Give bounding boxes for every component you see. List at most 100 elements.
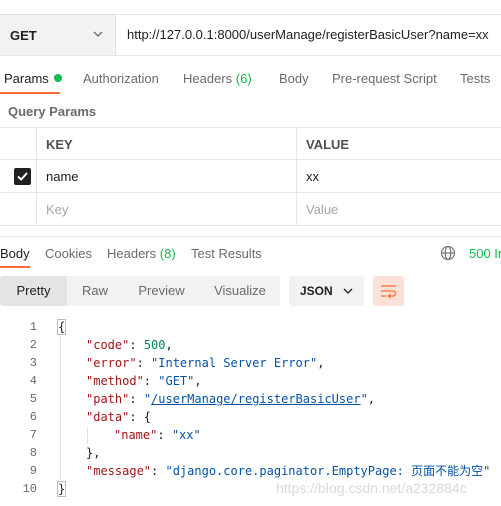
tab-body[interactable]: Body <box>279 71 309 86</box>
tab-authorization[interactable]: Authorization <box>83 71 159 86</box>
code-token: : <box>151 464 166 478</box>
code-token: : <box>143 374 159 388</box>
code-token: , <box>194 374 202 388</box>
tab-response-headers-label: Headers <box>107 246 157 261</box>
code-text: "message": "django.core.paginator.EmptyP… <box>86 462 490 480</box>
code-token: } <box>56 481 67 497</box>
line-number: 6 <box>29 410 37 424</box>
tab-response-headers[interactable]: Headers (8) <box>107 246 176 261</box>
code-token: : <box>129 338 144 352</box>
line-number: 1 <box>29 320 37 334</box>
tab-pre-request-script[interactable]: Pre-request Script <box>332 71 437 86</box>
code-token: "method" <box>86 374 144 388</box>
tab-params-label: Params <box>4 71 49 86</box>
column-divider <box>36 193 37 225</box>
code-line: 5 "path": "/userManage/registerBasicUser"… <box>0 390 501 408</box>
code-text: }, <box>86 444 100 462</box>
code-token: "xx" <box>171 428 201 442</box>
column-divider <box>36 128 37 159</box>
watermark: https://blog.csdn.net/a232884c <box>276 480 467 496</box>
format-label: JSON <box>300 284 333 298</box>
request-tabs: Params Authorization Headers (6) Body Pr… <box>0 64 501 94</box>
code-token: : <box>157 428 172 442</box>
code-token: , <box>317 356 325 370</box>
column-divider <box>296 128 297 159</box>
param-value-cell[interactable]: xx <box>306 160 319 193</box>
tab-cookies[interactable]: Cookies <box>45 246 92 261</box>
response-view-segmented-control: Pretty Raw Preview Visualize <box>0 276 280 306</box>
new-value-input[interactable]: Value <box>306 193 338 226</box>
wrap-lines-button[interactable] <box>373 276 404 306</box>
code-token: " <box>360 392 368 406</box>
view-preview-button[interactable]: Preview <box>123 276 200 306</box>
format-select[interactable]: JSON <box>289 276 364 306</box>
code-line: 1{ <box>0 318 501 336</box>
code-token: "error" <box>86 356 137 370</box>
query-params-title: Query Params <box>8 104 97 119</box>
status-code: 500 In <box>469 246 501 261</box>
code-line: 8}, <box>0 444 501 462</box>
code-token: , <box>165 338 173 352</box>
line-number: 5 <box>29 392 37 406</box>
tab-response-headers-count: (8) <box>159 246 176 261</box>
code-token: "path" <box>86 392 130 406</box>
table-row: name xx <box>0 160 501 193</box>
code-line: 3 "error": "Internal Server Error", <box>0 354 501 372</box>
request-bar: GET http://127.0.0.1:8000/userManage/reg… <box>0 14 501 56</box>
value-column-header: VALUE <box>306 137 350 152</box>
column-divider <box>296 193 297 225</box>
code-token: "message" <box>86 464 152 478</box>
code-line: 4 "method": "GET", <box>0 372 501 390</box>
view-raw-button[interactable]: Raw <box>67 276 123 306</box>
code-token: "GET" <box>158 374 195 388</box>
tab-headers-count: (6) <box>235 71 252 86</box>
code-token: , <box>367 392 376 406</box>
code-token: : <box>129 392 144 406</box>
view-visualize-button[interactable]: Visualize <box>200 276 280 306</box>
code-text: "error": "Internal Server Error", <box>86 354 324 372</box>
code-text: "code": 500, <box>86 336 173 354</box>
code-token: "data" <box>86 410 130 424</box>
response-tabs: Body Cookies Headers (8) Test Results 50… <box>0 236 501 268</box>
tab-tests[interactable]: Tests <box>460 71 490 86</box>
code-token: "Internal Server Error" <box>151 356 318 370</box>
line-number: 7 <box>29 428 37 442</box>
params-header-row: KEY VALUE <box>0 127 501 160</box>
tab-headers[interactable]: Headers (6) <box>183 71 252 86</box>
line-number: 2 <box>29 338 37 352</box>
code-text: "method": "GET", <box>86 372 202 390</box>
chevron-down-icon <box>343 288 353 294</box>
method-label: GET <box>10 27 37 43</box>
key-column-header: KEY <box>46 137 73 152</box>
code-token: { <box>56 319 67 335</box>
tab-response-body[interactable]: Body <box>0 246 30 261</box>
code-line: 9 "message": "django.core.paginator.Empty… <box>0 462 501 480</box>
line-number: 9 <box>29 464 37 478</box>
code-text: "name": "xx" <box>114 426 201 444</box>
code-token: "django.core.paginator.EmptyPage: 页面不能为空… <box>165 464 491 478</box>
column-divider <box>36 160 37 192</box>
param-key-cell[interactable]: name <box>46 160 79 193</box>
code-line: 7 "name": "xx" <box>0 426 501 444</box>
code-token: : { <box>129 410 152 424</box>
method-select[interactable]: GET <box>0 15 116 55</box>
code-text: "path": "/userManage/registerBasicUser", <box>86 390 375 408</box>
globe-icon[interactable] <box>440 245 456 261</box>
wrap-lines-icon <box>381 285 397 299</box>
view-pretty-button[interactable]: Pretty <box>0 276 67 306</box>
line-number: 3 <box>29 356 37 370</box>
line-number: 8 <box>29 446 37 460</box>
code-token: 500 <box>143 338 166 352</box>
code-token: " <box>143 392 152 406</box>
code-token: "name" <box>114 428 158 442</box>
tab-params[interactable]: Params <box>4 71 62 86</box>
tab-test-results[interactable]: Test Results <box>191 246 262 261</box>
line-number: 10 <box>22 482 37 496</box>
code-text: "data": { <box>86 408 151 426</box>
new-key-input[interactable]: Key <box>46 193 68 226</box>
code-token: /userManage/registerBasicUser <box>151 392 361 406</box>
param-enabled-checkbox[interactable] <box>14 168 31 185</box>
code-line: 2 "code": 500, <box>0 336 501 354</box>
tab-headers-label: Headers <box>183 71 233 86</box>
url-input[interactable]: http://127.0.0.1:8000/userManage/registe… <box>127 15 489 55</box>
